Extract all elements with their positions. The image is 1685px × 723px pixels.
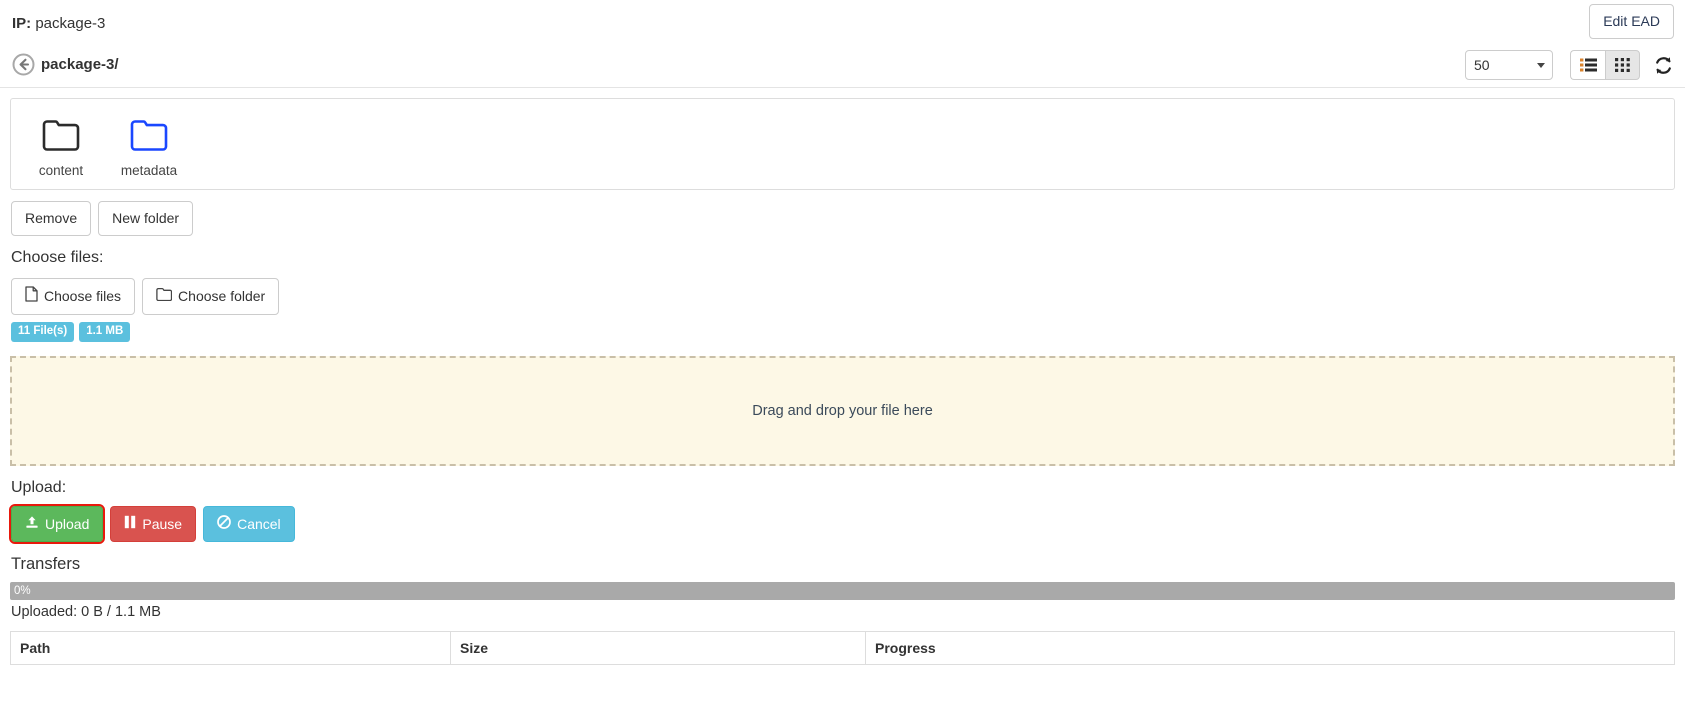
uploaded-status: Uploaded: 0 B / 1.1 MB [11, 603, 161, 620]
pause-button-label: Pause [142, 515, 183, 532]
ban-icon [217, 514, 231, 533]
new-folder-button[interactable]: New folder [98, 201, 194, 236]
ip-label: IP: [12, 15, 32, 32]
upload-icon [25, 515, 39, 533]
pause-icon [124, 515, 136, 533]
page-size-select[interactable]: 50 [1465, 50, 1553, 80]
upload-progress-bar: 0% [10, 581, 1675, 600]
edit-ead-button[interactable]: Edit EAD [1589, 4, 1674, 39]
drag-drop-zone[interactable]: Drag and drop your file here [10, 355, 1675, 466]
file-item-metadata[interactable]: metadata [105, 109, 193, 178]
view-toolbar: 50 [1465, 50, 1675, 80]
pause-button[interactable]: Pause [110, 505, 197, 542]
file-count-badge: 11 File(s) [11, 321, 75, 342]
table-header-row: Path Size Progress [10, 630, 1675, 665]
choose-actions: Choose files Choose folder [11, 277, 1685, 315]
refresh-icon[interactable] [1651, 53, 1675, 77]
chevron-down-icon [1537, 63, 1545, 68]
upload-button[interactable]: Upload [8, 503, 106, 544]
file-selection-badges: 11 File(s) 1.1 MB [11, 321, 1685, 342]
ip-value: package-3 [35, 15, 106, 32]
column-header-progress[interactable]: Progress [865, 630, 1675, 665]
grid-view-icon[interactable] [1605, 50, 1640, 80]
choose-folder-button[interactable]: Choose folder [142, 277, 280, 315]
list-view-icon[interactable] [1570, 50, 1605, 80]
total-size-badge: 1.1 MB [79, 321, 131, 342]
cancel-button[interactable]: Cancel [203, 505, 295, 542]
choose-folder-label: Choose folder [178, 287, 266, 304]
breadcrumb-bar: package-3/ 50 [0, 46, 1685, 88]
folder-actions: Remove New folder [11, 201, 1685, 236]
transfers-table: Path Size Progress [10, 630, 1675, 665]
folder-icon [17, 113, 105, 157]
file-icon [25, 286, 38, 307]
upload-actions: Upload Pause Cancel [8, 503, 1685, 544]
cancel-button-label: Cancel [237, 515, 281, 532]
file-item-content[interactable]: content [17, 109, 105, 178]
back-icon[interactable] [12, 53, 35, 76]
column-header-path[interactable]: Path [10, 630, 451, 665]
upload-manager-page: IP: package-3 Edit EAD package-3/ 50 con… [0, 0, 1685, 723]
choose-files-button[interactable]: Choose files [11, 277, 136, 315]
choose-files-label: Choose files: [11, 248, 104, 266]
file-browser-panel: content metadata [10, 98, 1675, 190]
transfers-heading: Transfers [11, 554, 81, 573]
page-size-value: 50 [1474, 57, 1490, 73]
upload-progress-percent: 0% [14, 584, 31, 597]
folder-icon [105, 113, 193, 157]
choose-files-label: Choose files [44, 287, 122, 304]
file-item-label: metadata [120, 163, 178, 178]
folder-open-icon [156, 287, 173, 306]
breadcrumb-path[interactable]: package-3/ [41, 56, 119, 73]
file-item-label: content [38, 163, 84, 178]
drag-drop-text: Drag and drop your file here [752, 402, 933, 419]
upload-label: Upload: [11, 478, 67, 496]
top-bar: IP: package-3 Edit EAD [0, 0, 1685, 46]
ip-identifier: IP: package-3 [12, 15, 105, 32]
column-header-size[interactable]: Size [450, 630, 866, 665]
remove-button[interactable]: Remove [11, 201, 92, 236]
upload-button-label: Upload [45, 515, 90, 532]
view-toggle-group [1570, 50, 1640, 80]
